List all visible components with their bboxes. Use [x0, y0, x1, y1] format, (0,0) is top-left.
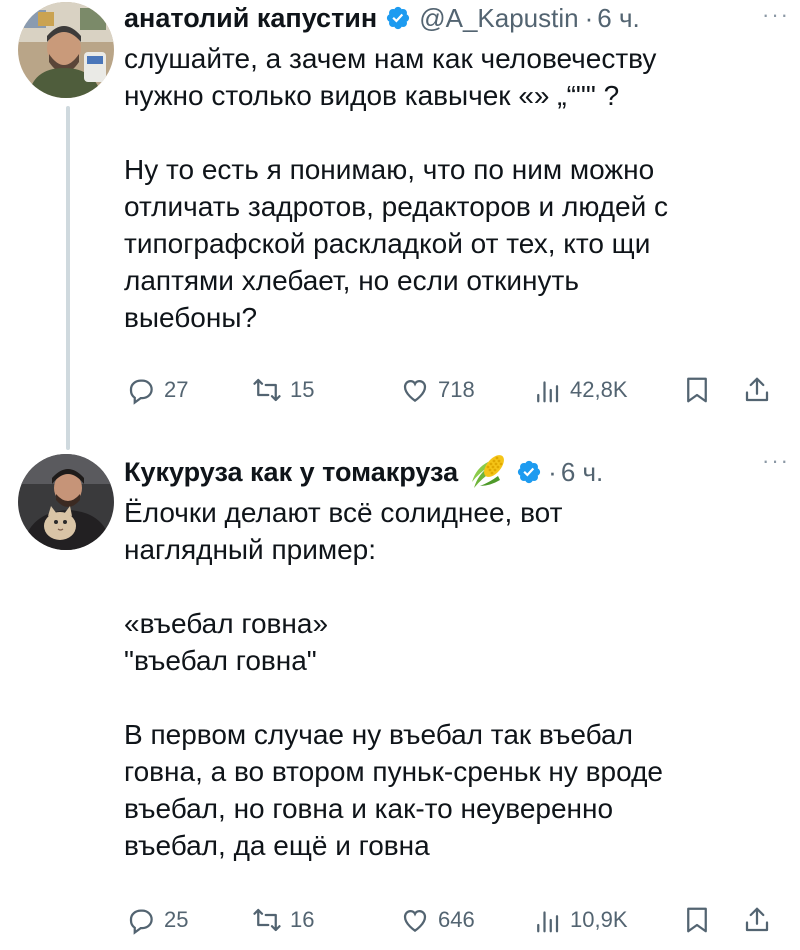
like-button[interactable]: 718 — [400, 375, 475, 405]
author-avatar[interactable] — [18, 454, 114, 550]
paragraph-line: нужно столько видов кавычек «» „“"" ? — [124, 80, 620, 111]
post-time[interactable]: 6 ч. — [597, 3, 639, 34]
views-button[interactable]: 10,9K — [532, 905, 628, 935]
share-icon — [745, 907, 769, 932]
author-avatar[interactable] — [18, 2, 114, 98]
share-button[interactable] — [742, 375, 772, 405]
retweet-icon — [253, 378, 281, 402]
like-count: 718 — [438, 377, 475, 402]
reply-count: 25 — [164, 907, 189, 932]
post-time[interactable]: 6 ч. — [561, 457, 603, 488]
paragraph-line: отличать задротов, редакторов и людей с — [124, 191, 669, 222]
paragraph-line: В первом случае ну въебал так въебал — [124, 719, 633, 750]
reply-icon — [129, 909, 153, 935]
heart-icon — [403, 909, 427, 932]
reply-icon — [129, 379, 153, 405]
reply-button[interactable]: 27 — [126, 375, 188, 405]
more-dots-icon[interactable]: ··· — [762, 448, 790, 474]
tweet-text: слушайте, а зачем нам как человечеству н… — [124, 40, 770, 336]
thread-connector-line — [66, 106, 70, 450]
bookmark-icon — [687, 377, 707, 403]
views-chart-icon — [537, 911, 559, 933]
retweet-button[interactable]: 16 — [252, 905, 314, 935]
paragraph-line: Ёлочки делают всё солиднее, вот — [124, 497, 563, 528]
like-button[interactable]: 646 — [400, 905, 475, 935]
bookmark-icon — [687, 907, 707, 933]
retweet-icon — [253, 908, 281, 932]
paragraph-line: въебал, но говна и как-то неуверенно — [124, 793, 614, 824]
paragraph-line: лаптями хлебает, но если откинуть — [124, 265, 579, 296]
action-bar: 25 16 646 10,9K — [124, 900, 786, 940]
heart-icon — [403, 379, 427, 402]
retweet-count: 16 — [290, 907, 315, 932]
more-dots-icon[interactable]: ··· — [762, 2, 790, 28]
paragraph-line: типографской раскладкой от тех, кто щи — [124, 228, 651, 259]
views-count: 42,8K — [570, 377, 628, 402]
paragraph-line: наглядный пример: — [124, 534, 377, 565]
bookmark-button[interactable] — [682, 375, 712, 405]
tweet-header: анатолий капустин @A_Kapustin · 6 ч. — [124, 0, 780, 36]
paragraph-line: «въебал говна» — [124, 608, 329, 639]
views-button[interactable]: 42,8K — [532, 375, 628, 405]
like-count: 646 — [438, 907, 475, 932]
paragraph-line: говна, а во втором пуньк-среньк ну вроде — [124, 756, 663, 787]
tweet-text: Ёлочки делают всё солиднее, вот наглядны… — [124, 494, 770, 864]
paragraph-line: въебал, да ещё и говна — [124, 830, 430, 861]
time-separator: · — [584, 2, 594, 33]
verified-badge-icon — [385, 5, 411, 31]
paragraph-line: выебоны? — [124, 302, 258, 333]
views-count: 10,9K — [570, 907, 628, 932]
bookmark-button[interactable] — [682, 905, 712, 935]
action-bar: 27 15 718 42,8K — [124, 370, 786, 410]
share-icon — [745, 377, 769, 402]
reply-button[interactable]: 25 — [126, 905, 188, 935]
author-name[interactable]: Кукуруза как у томакруза — [124, 457, 458, 488]
retweet-button[interactable]: 15 — [252, 375, 314, 405]
retweet-count: 15 — [290, 377, 315, 402]
paragraph-line: "въебал говна" — [124, 645, 317, 676]
author-name[interactable]: анатолий капустин — [124, 3, 377, 34]
corn-emoji-icon — [468, 452, 508, 492]
share-button[interactable] — [742, 905, 772, 935]
tweet-header: Кукуруза как у томакруза · 6 ч. — [124, 454, 780, 490]
views-chart-icon — [537, 381, 559, 403]
author-handle[interactable]: @A_Kapustin — [419, 3, 578, 34]
person-with-cat-photo-icon — [18, 454, 114, 550]
paragraph-line: слушайте, а зачем нам как человечеству — [124, 43, 657, 74]
time-separator: · — [548, 456, 557, 487]
paragraph-line: Ну то есть я понимаю, что по ним можно — [124, 154, 655, 185]
person-photo-icon — [18, 2, 114, 98]
reply-count: 27 — [164, 377, 189, 402]
verified-badge-icon — [516, 459, 542, 485]
